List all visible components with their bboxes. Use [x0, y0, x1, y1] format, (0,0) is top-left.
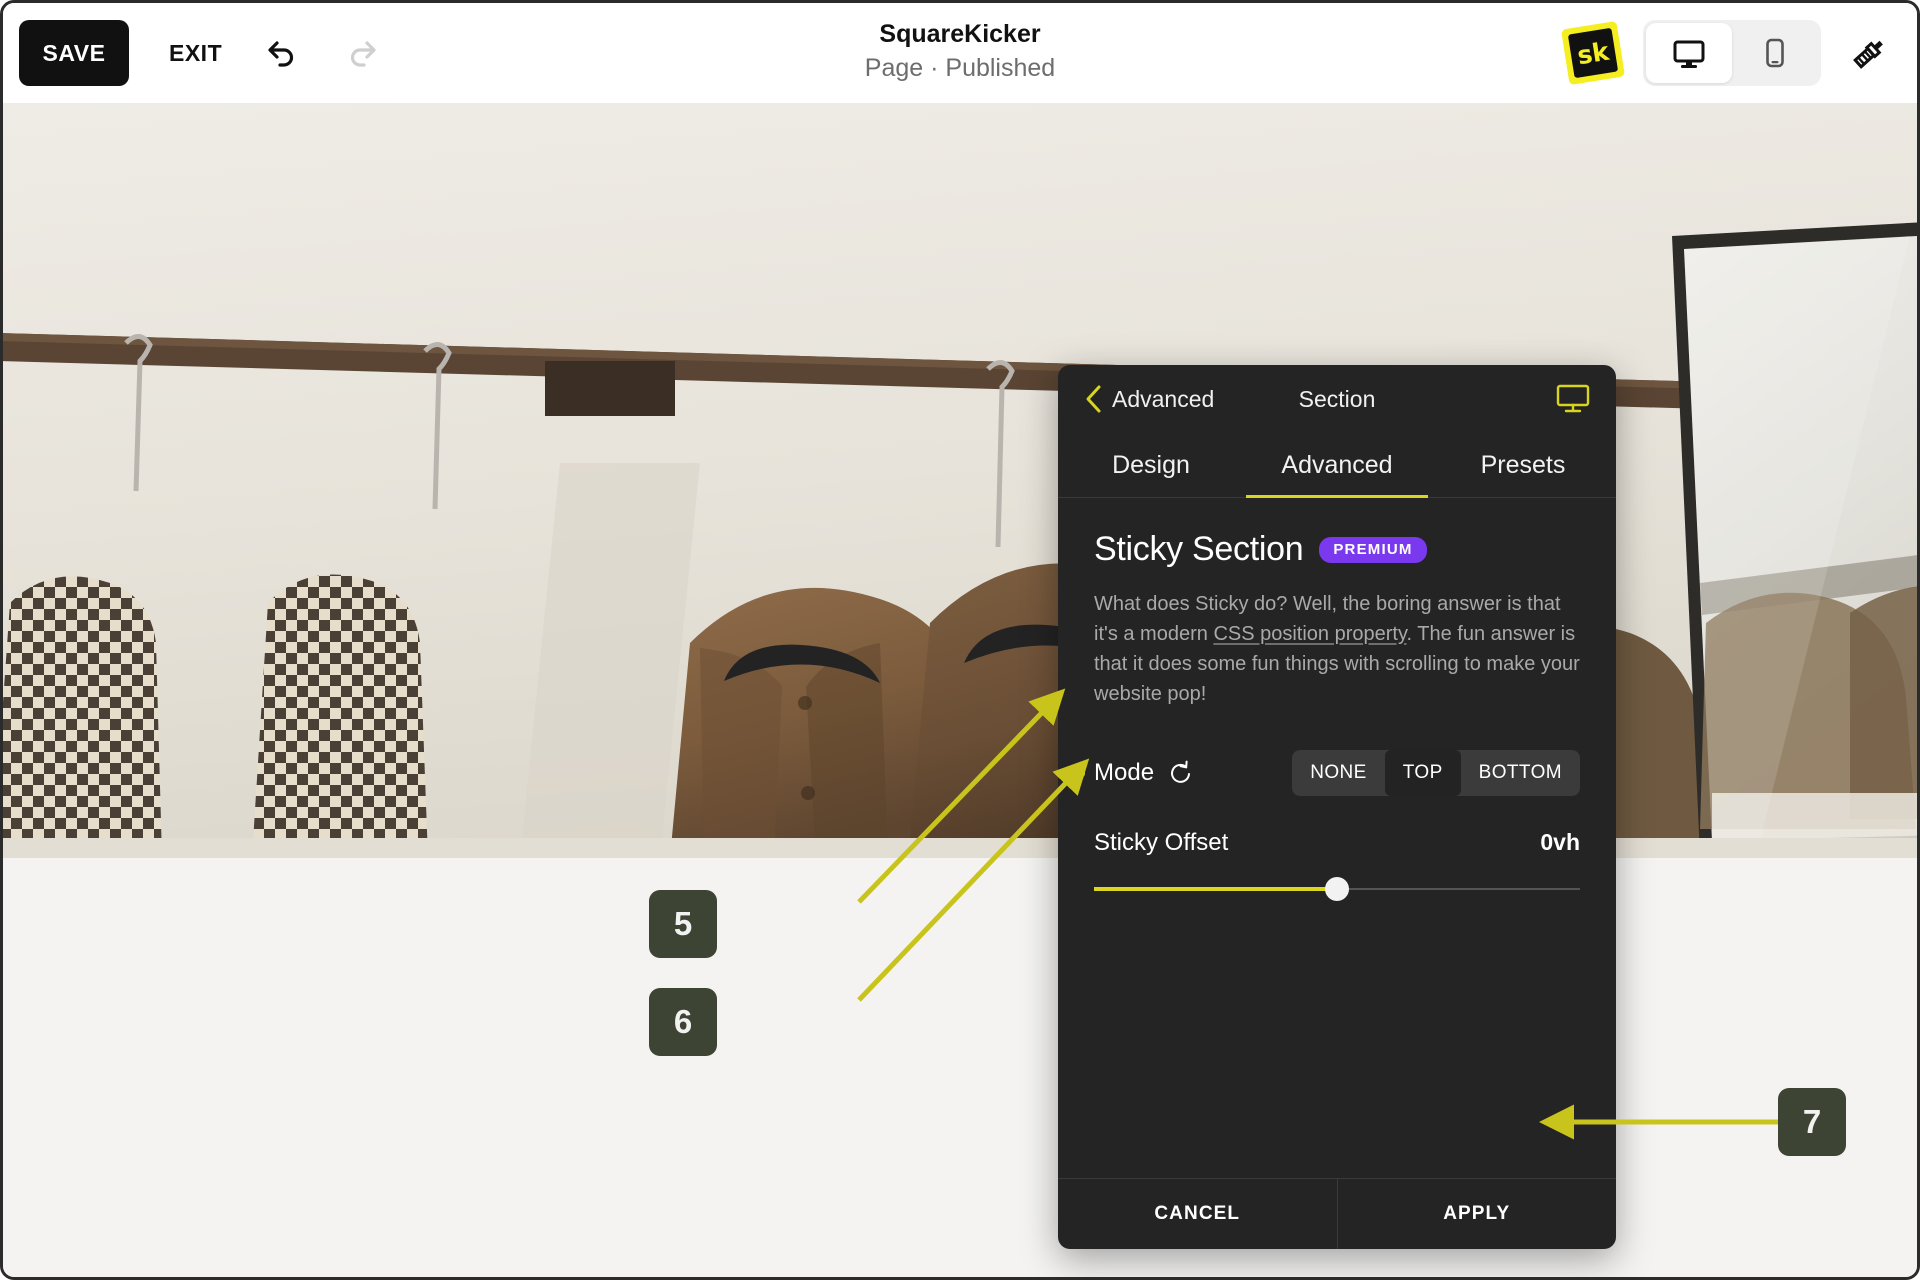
panel-back-button[interactable]: Advanced: [1084, 384, 1214, 414]
premium-badge: PREMIUM: [1319, 537, 1426, 563]
undo-arrow-icon: [261, 33, 301, 73]
tab-presets[interactable]: Presets: [1430, 433, 1616, 497]
panel-footer: CANCEL APPLY: [1058, 1178, 1616, 1249]
slider-thumb[interactable]: [1325, 877, 1349, 901]
sticky-offset-value: 0vh: [1540, 829, 1580, 856]
style-brush-button[interactable]: [1843, 27, 1895, 79]
redo-button[interactable]: [340, 30, 386, 76]
sticky-offset-header: Sticky Offset 0vh: [1094, 829, 1580, 857]
editor-toolbar: SAVE EXIT SquareKicker Page · Published …: [3, 3, 1917, 103]
tab-advanced[interactable]: Advanced: [1244, 433, 1430, 497]
modified-dot-indicator: [1076, 769, 1085, 778]
apply-button[interactable]: APPLY: [1338, 1179, 1617, 1249]
sticky-offset-block: Sticky Offset 0vh: [1094, 829, 1580, 901]
squarekicker-logo[interactable]: sk: [1561, 21, 1625, 85]
sticky-offset-label: Sticky Offset: [1094, 829, 1228, 857]
phone-icon: [1755, 33, 1795, 73]
section-settings-panel: Advanced Section Design Advanced: [1058, 365, 1616, 1249]
toolbar-right-group: sk: [1565, 20, 1899, 86]
mode-segmented-control: NONE TOP BOTTOM: [1292, 750, 1580, 796]
squarekicker-logo-text: sk: [1568, 28, 1618, 78]
panel-back-label: Advanced: [1112, 386, 1214, 413]
hero-section-image[interactable]: [3, 103, 1917, 858]
app-window: SAVE EXIT SquareKicker Page · Published …: [0, 0, 1920, 1280]
slider-fill: [1094, 887, 1337, 891]
exit-button[interactable]: EXIT: [169, 40, 222, 67]
tab-advanced-label: Advanced: [1281, 451, 1392, 480]
redo-arrow-icon: [343, 33, 383, 73]
monitor-outline-icon: [1556, 384, 1590, 414]
chevron-left-icon: [1084, 384, 1102, 414]
device-desktop-button[interactable]: [1646, 23, 1732, 83]
tab-design[interactable]: Design: [1058, 433, 1244, 497]
feature-description-link[interactable]: CSS position property: [1213, 623, 1406, 645]
mode-option-bottom[interactable]: BOTTOM: [1461, 750, 1580, 796]
sticky-offset-slider[interactable]: [1094, 877, 1580, 901]
mode-label: Mode: [1094, 759, 1154, 787]
panel-topbar: Advanced Section: [1058, 365, 1616, 433]
device-mobile-button[interactable]: [1732, 23, 1818, 83]
panel-tab-list: Design Advanced Presets: [1058, 433, 1616, 498]
clothing-rack-photo: [3, 103, 1917, 858]
tab-design-label: Design: [1112, 451, 1190, 480]
feature-title: Sticky Section: [1094, 530, 1303, 569]
cancel-button[interactable]: CANCEL: [1058, 1179, 1338, 1249]
tab-presets-label: Presets: [1481, 451, 1566, 480]
undo-button[interactable]: [258, 30, 304, 76]
mode-option-none[interactable]: NONE: [1292, 750, 1385, 796]
monitor-icon: [1669, 33, 1709, 73]
mode-option-top[interactable]: TOP: [1385, 750, 1461, 796]
reset-counterclockwise-icon: [1168, 760, 1194, 786]
feature-heading-row: Sticky Section PREMIUM: [1094, 530, 1580, 569]
device-preview-toggle: [1643, 20, 1821, 86]
mode-control-row: Mode NONE TOP BOTTOM: [1094, 745, 1580, 801]
feature-description: What does Sticky do? Well, the boring an…: [1094, 589, 1580, 709]
paintbrush-icon: [1845, 29, 1893, 77]
panel-breakpoint-button[interactable]: [1556, 384, 1590, 414]
mode-reset-button[interactable]: [1168, 760, 1194, 786]
panel-body: Sticky Section PREMIUM What does Sticky …: [1058, 498, 1616, 1178]
save-button[interactable]: SAVE: [19, 20, 129, 86]
page-canvas: Advanced Section Design Advanced: [3, 103, 1917, 1280]
